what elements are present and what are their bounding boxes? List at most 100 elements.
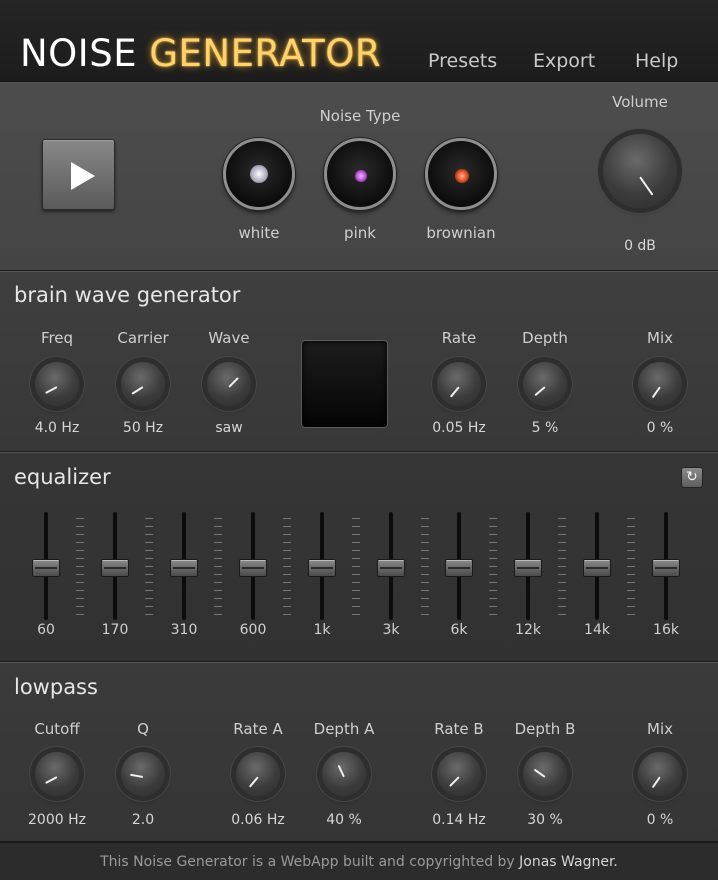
eq-slider-thumb[interactable] (377, 559, 405, 577)
eq-scale-ticks (283, 518, 291, 616)
depth-b-knob[interactable] (523, 752, 567, 796)
wave-value: saw (215, 420, 243, 436)
rate-b-knob[interactable] (437, 752, 481, 796)
rate-b-label: Rate B (434, 720, 484, 738)
eq-slider-thumb[interactable] (514, 559, 542, 577)
nav-presets[interactable]: Presets (428, 50, 497, 72)
eq-band-label: 12k (515, 622, 541, 638)
footer-text: This Noise Generator is a WebApp built a… (100, 854, 515, 870)
rate-b-value: 0.14 Hz (432, 812, 486, 828)
eq-slider-thumb[interactable] (239, 559, 267, 577)
eq-slider-thumb[interactable] (32, 559, 60, 577)
wave-label: Wave (208, 329, 250, 347)
rate-a-label: Rate A (233, 720, 283, 738)
pink-noise-icon (355, 170, 367, 182)
app-logo: NOISE GENERATOR (20, 30, 381, 78)
freq-knob[interactable] (35, 362, 79, 406)
eq-slider-thumb[interactable] (583, 559, 611, 577)
lowpass-mix-knob[interactable] (638, 752, 682, 796)
cutoff-value: 2000 Hz (28, 812, 86, 828)
depth-a-knob-indicator (337, 764, 345, 778)
top-bar: NOISE GENERATOR Presets Export Help (0, 0, 718, 82)
depth-label: Depth (522, 329, 568, 347)
noise-white-button[interactable] (223, 138, 295, 210)
nav-help[interactable]: Help (635, 50, 678, 72)
eq-band-label: 14k (584, 622, 610, 638)
eq-band-label: 60 (37, 622, 55, 638)
eq-band-label: 600 (239, 622, 267, 638)
brownian-noise-icon (455, 169, 469, 183)
mix-knob-indicator (651, 386, 661, 399)
eq-scale-ticks (627, 518, 635, 616)
eq-slider-thumb[interactable] (170, 559, 198, 577)
depth-a-value: 40 % (326, 812, 362, 828)
cutoff-knob-indicator (45, 776, 58, 784)
q-knob[interactable] (121, 752, 165, 796)
eq-band-label: 1k (313, 622, 331, 638)
lowpass-mix-label: Mix (647, 720, 673, 738)
rate-a-knob-indicator (248, 776, 259, 788)
lowpass-mix-value: 0 % (646, 812, 674, 828)
eq-band-label: 310 (170, 622, 198, 638)
rate-knob[interactable] (437, 362, 481, 406)
depth-a-label: Depth A (313, 720, 375, 738)
brainwave-title: brain wave generator (14, 283, 241, 307)
depth-b-label: Depth B (514, 720, 576, 738)
rate-a-knob[interactable] (236, 752, 280, 796)
depth-knob[interactable] (523, 362, 567, 406)
volume-value: 0 dB (624, 238, 656, 254)
mix-value: 0 % (646, 420, 674, 436)
eq-band-label: 16k (653, 622, 679, 638)
play-button[interactable] (42, 139, 115, 210)
equalizer-title: equalizer (14, 465, 111, 489)
lowpass-title: lowpass (14, 675, 98, 699)
lowpass-mix-knob-indicator (651, 776, 661, 789)
depth-value: 5 % (531, 420, 559, 436)
noise-white-label: white (238, 224, 280, 242)
eq-slider-thumb[interactable] (308, 559, 336, 577)
q-value: 2.0 (131, 812, 155, 828)
eq-band-label: 170 (101, 622, 129, 638)
rate-knob-indicator (449, 386, 460, 398)
logo-noise: NOISE (20, 32, 138, 75)
volume-label: Volume (612, 93, 668, 111)
eq-scale-ticks (489, 518, 497, 616)
volume-knob-indicator (639, 176, 654, 196)
carrier-knob-indicator (131, 386, 144, 395)
footer: This Noise Generator is a WebApp built a… (0, 842, 718, 880)
eq-scale-ticks (558, 518, 566, 616)
noise-brownian-label: brownian (426, 224, 496, 242)
q-knob-indicator (130, 773, 144, 778)
eq-slider-thumb[interactable] (101, 559, 129, 577)
freq-label: Freq (40, 329, 74, 347)
equalizer-reset-button[interactable]: ↻ (681, 467, 703, 488)
white-noise-icon (250, 165, 268, 183)
freq-knob-indicator (45, 386, 58, 394)
eq-slider-thumb[interactable] (445, 559, 473, 577)
noise-pink-button[interactable] (324, 138, 396, 210)
noise-type-label: Noise Type (319, 107, 401, 125)
carrier-knob[interactable] (121, 362, 165, 406)
rate-a-value: 0.06 Hz (231, 812, 285, 828)
volume-knob[interactable] (603, 134, 677, 208)
rate-label: Rate (441, 329, 477, 347)
waveform-display (301, 340, 388, 428)
depth-b-value: 30 % (527, 812, 563, 828)
cutoff-knob[interactable] (35, 752, 79, 796)
eq-band-label: 6k (450, 622, 468, 638)
reset-icon: ↻ (686, 469, 698, 485)
footer-author-link[interactable]: Jonas Wagner. (519, 854, 618, 870)
eq-scale-ticks (76, 518, 84, 616)
wave-knob-indicator (228, 377, 239, 388)
eq-slider-thumb[interactable] (652, 559, 680, 577)
mix-knob[interactable] (638, 362, 682, 406)
depth-a-knob[interactable] (322, 752, 366, 796)
eq-scale-ticks (421, 518, 429, 616)
play-icon (71, 162, 95, 190)
rate-b-knob-indicator (449, 776, 460, 787)
noise-brownian-button[interactable] (425, 138, 497, 210)
eq-scale-ticks (145, 518, 153, 616)
wave-knob[interactable] (207, 362, 251, 406)
carrier-value: 50 Hz (122, 420, 164, 436)
nav-export[interactable]: Export (533, 50, 595, 72)
